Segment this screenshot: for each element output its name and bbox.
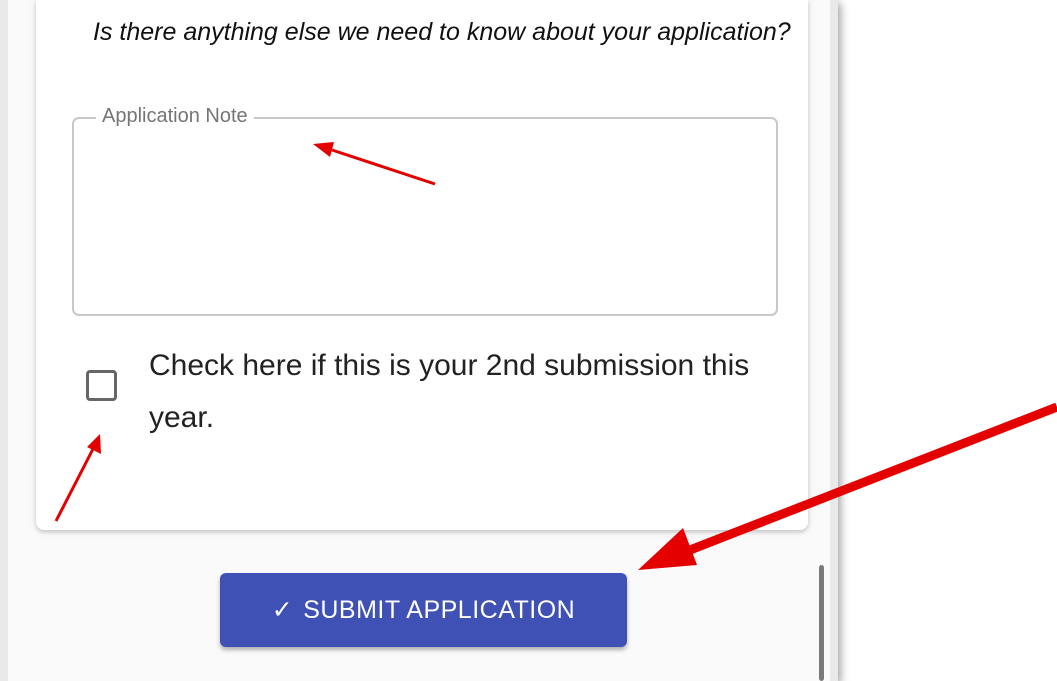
application-note-input[interactable] — [74, 119, 776, 314]
second-submission-checkbox[interactable] — [86, 370, 117, 401]
scrollbar[interactable] — [819, 565, 824, 681]
second-submission-label[interactable]: Check here if this is your 2nd submissio… — [149, 340, 789, 444]
submit-application-button[interactable]: ✓ SUBMIT APPLICATION — [220, 573, 627, 647]
application-note-field[interactable]: Application Note — [72, 103, 778, 316]
question-text: Is there anything else we need to know a… — [93, 18, 791, 46]
submit-button-label: SUBMIT APPLICATION — [303, 595, 576, 624]
checkmark-icon: ✓ — [271, 596, 294, 624]
application-note-label: Application Note — [96, 103, 254, 129]
